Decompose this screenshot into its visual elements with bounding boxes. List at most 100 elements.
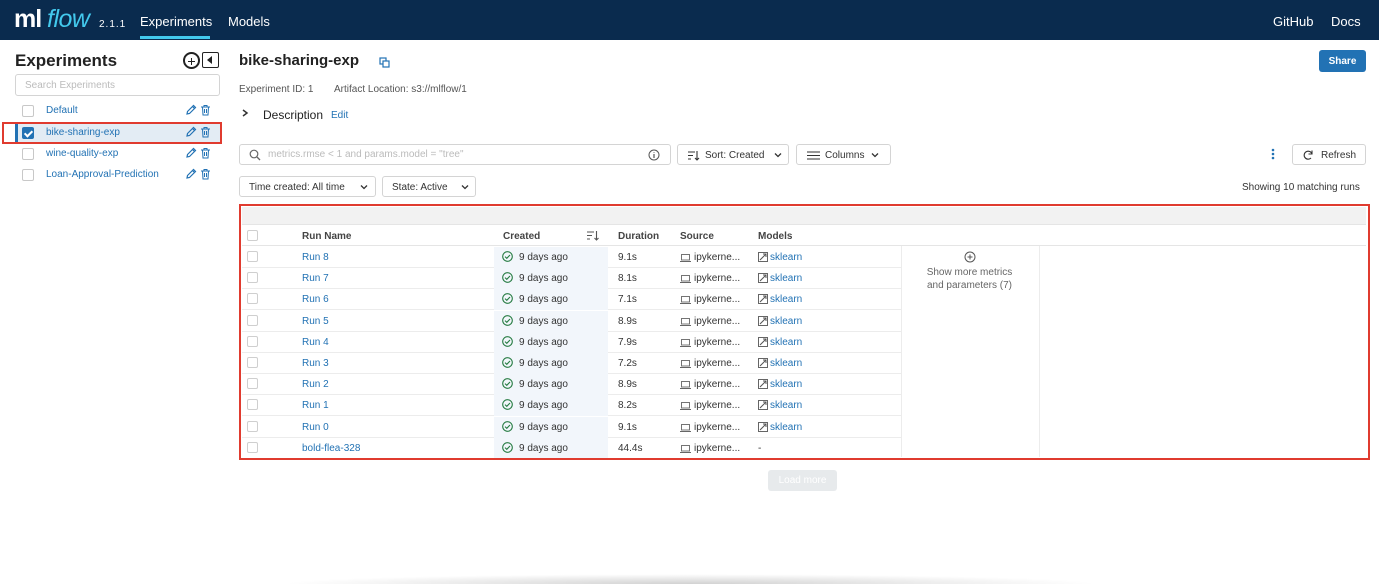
runs-search-input[interactable]: metrics.rmse < 1 and params.model = "tre… xyxy=(239,144,671,165)
source-value[interactable]: ipykerne... xyxy=(694,400,740,411)
header-run-name[interactable]: Run Name xyxy=(302,231,351,242)
table-row[interactable]: Run 1 9 days ago 8.2s ipykerne... sklearn xyxy=(242,395,901,417)
sidebar-item-label[interactable]: Default xyxy=(46,105,78,116)
load-more-button[interactable]: Load more xyxy=(768,470,837,491)
run-name-link[interactable]: Run 2 xyxy=(302,379,329,390)
success-check-icon xyxy=(502,272,513,284)
header-models[interactable]: Models xyxy=(758,231,792,242)
model-link[interactable]: sklearn xyxy=(770,358,802,369)
table-row[interactable]: bold-flea-328 9 days ago 44.4s ipykerne... - xyxy=(242,437,901,459)
select-all-checkbox[interactable] xyxy=(247,230,258,241)
experiment-checkbox[interactable] xyxy=(22,169,34,181)
experiment-checkbox[interactable] xyxy=(22,148,34,160)
sort-dropdown[interactable]: Sort: Created xyxy=(677,144,789,165)
run-name-link[interactable]: Run 5 xyxy=(302,316,329,327)
model-link[interactable]: sklearn xyxy=(770,337,802,348)
model-link[interactable]: sklearn xyxy=(770,252,802,263)
trash-icon[interactable] xyxy=(200,168,211,180)
source-value[interactable]: ipykerne... xyxy=(694,358,740,369)
table-row[interactable]: Run 7 9 days ago 8.1s ipykerne... sklearn xyxy=(242,268,901,290)
edit-pencil-icon[interactable] xyxy=(185,147,197,159)
source-value[interactable]: ipykerne... xyxy=(694,337,740,348)
row-checkbox[interactable] xyxy=(247,441,258,453)
experiment-checkbox[interactable] xyxy=(22,105,34,117)
model-link[interactable]: sklearn xyxy=(770,316,802,327)
table-row[interactable]: Run 5 9 days ago 8.9s ipykerne... sklearn xyxy=(242,310,901,332)
source-value[interactable]: ipykerne... xyxy=(694,294,740,305)
run-name-link[interactable]: Run 1 xyxy=(302,400,329,411)
row-checkbox[interactable] xyxy=(247,272,258,284)
model-link[interactable]: sklearn xyxy=(770,379,802,390)
model-link[interactable]: sklearn xyxy=(770,294,802,305)
run-name-link[interactable]: Run 8 xyxy=(302,252,329,263)
sidebar-item-bike-sharing-exp[interactable]: bike-sharing-exp xyxy=(18,123,220,143)
add-experiment-icon[interactable] xyxy=(183,52,200,69)
table-row[interactable]: Run 3 9 days ago 7.2s ipykerne... sklearn xyxy=(242,353,901,374)
row-checkbox[interactable] xyxy=(247,378,258,390)
row-checkbox[interactable] xyxy=(247,314,258,326)
edit-pencil-icon[interactable] xyxy=(185,168,197,180)
source-value[interactable]: ipykerne... xyxy=(694,252,740,263)
row-checkbox[interactable] xyxy=(247,399,258,411)
table-row[interactable]: Run 0 9 days ago 9.1s ipykerne... sklearn xyxy=(242,416,901,438)
sort-desc-icon[interactable] xyxy=(587,230,599,241)
time-created-filter[interactable]: Time created: All time xyxy=(239,176,376,197)
sidebar-item-label[interactable]: wine-quality-exp xyxy=(46,148,118,159)
trash-icon[interactable] xyxy=(200,147,211,159)
run-name-link[interactable]: Run 4 xyxy=(302,337,329,348)
sidebar-item-loan-approval-prediction[interactable]: Loan-Approval-Prediction xyxy=(15,165,220,185)
chevron-right-icon[interactable] xyxy=(241,109,249,117)
table-row[interactable]: Run 2 9 days ago 8.9s ipykerne... sklearn xyxy=(242,374,901,396)
header-duration[interactable]: Duration xyxy=(618,231,659,242)
source-value[interactable]: ipykerne... xyxy=(694,273,740,284)
nav-experiments[interactable]: Experiments xyxy=(140,14,212,29)
description-edit-link[interactable]: Edit xyxy=(331,110,348,121)
row-checkbox[interactable] xyxy=(247,357,258,368)
table-row[interactable]: Run 4 9 days ago 7.9s ipykerne... sklearn xyxy=(242,331,901,353)
trash-icon[interactable] xyxy=(200,126,211,138)
sidebar-item-default[interactable]: Default xyxy=(15,101,220,121)
run-name-link[interactable]: Run 6 xyxy=(302,294,329,305)
run-name-link[interactable]: Run 7 xyxy=(302,273,329,284)
sidebar-item-label[interactable]: Loan-Approval-Prediction xyxy=(46,169,159,180)
created-value: 9 days ago xyxy=(519,442,568,454)
run-name-link[interactable]: bold-flea-328 xyxy=(302,443,360,454)
run-name-link[interactable]: Run 0 xyxy=(302,422,329,433)
nav-docs[interactable]: Docs xyxy=(1331,14,1361,29)
state-filter[interactable]: State: Active xyxy=(382,176,476,197)
refresh-button[interactable]: Refresh xyxy=(1292,144,1366,165)
info-icon[interactable] xyxy=(648,149,660,161)
model-link[interactable]: sklearn xyxy=(770,273,802,284)
table-row[interactable]: Run 8 9 days ago 9.1s ipykerne... sklearn xyxy=(242,247,901,268)
columns-dropdown[interactable]: Columns xyxy=(796,144,891,165)
header-source[interactable]: Source xyxy=(680,231,714,242)
search-experiments-input[interactable] xyxy=(15,74,220,96)
row-checkbox[interactable] xyxy=(247,335,258,347)
source-value[interactable]: ipykerne... xyxy=(694,379,740,390)
trash-icon[interactable] xyxy=(200,104,211,116)
nav-github[interactable]: GitHub xyxy=(1273,14,1313,29)
row-checkbox[interactable] xyxy=(247,251,258,262)
row-checkbox[interactable] xyxy=(247,293,258,305)
more-options-icon[interactable] xyxy=(1271,148,1275,160)
copy-icon[interactable] xyxy=(379,57,390,68)
description-toggle[interactable]: Description xyxy=(263,108,323,122)
sidebar-item-wine-quality-exp[interactable]: wine-quality-exp xyxy=(15,144,220,164)
source-value[interactable]: ipykerne... xyxy=(694,443,740,454)
header-created[interactable]: Created xyxy=(503,231,540,242)
table-row[interactable]: Run 6 9 days ago 7.1s ipykerne... sklearn xyxy=(242,289,901,311)
share-button[interactable]: Share xyxy=(1319,50,1366,72)
run-name-link[interactable]: Run 3 xyxy=(302,358,329,369)
row-checkbox[interactable] xyxy=(247,420,258,432)
nav-models[interactable]: Models xyxy=(228,14,270,29)
edit-pencil-icon[interactable] xyxy=(185,104,197,116)
model-link[interactable]: sklearn xyxy=(770,422,802,433)
show-more-columns[interactable]: Show more metrics and parameters (7) xyxy=(917,251,1022,292)
collapse-sidebar-icon[interactable] xyxy=(202,52,219,68)
source-value[interactable]: ipykerne... xyxy=(694,422,740,433)
model-link[interactable]: sklearn xyxy=(770,400,802,411)
source-value[interactable]: ipykerne... xyxy=(694,316,740,327)
experiment-checkbox[interactable] xyxy=(22,127,34,139)
edit-pencil-icon[interactable] xyxy=(185,126,197,138)
sidebar-item-label[interactable]: bike-sharing-exp xyxy=(46,127,120,138)
